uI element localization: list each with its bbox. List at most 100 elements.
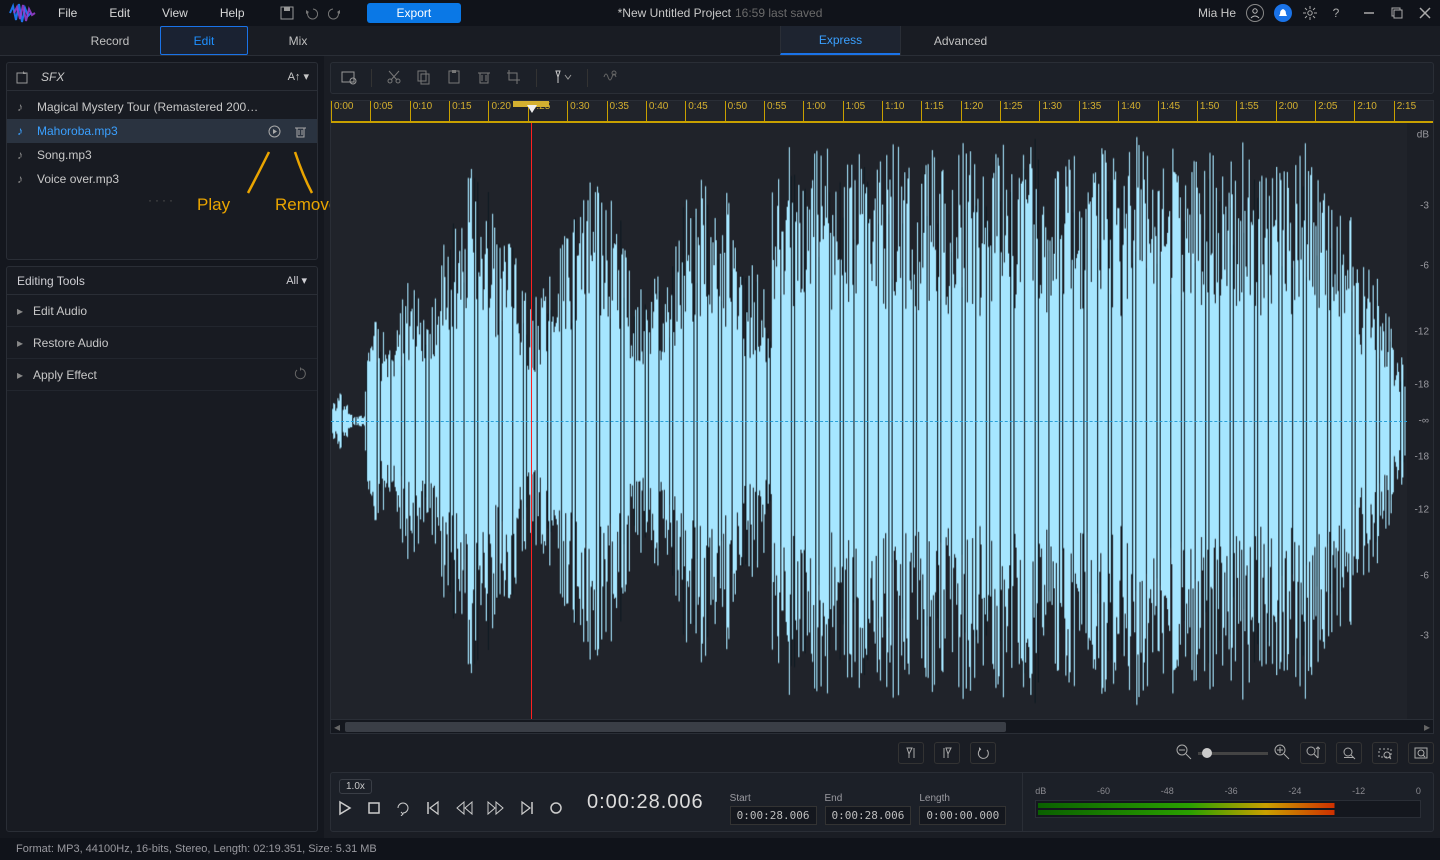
ruler-tick: 0:40 <box>646 101 685 121</box>
file-play-icon[interactable] <box>267 124 281 138</box>
level-meter: dB-60-48-36-24-120 <box>1022 773 1433 831</box>
db-scale: dB -3 -6 -12 -18 -∞ -18 -12 -6 -3 <box>1407 123 1433 719</box>
playhead-line[interactable] <box>531 123 532 719</box>
menu-edit[interactable]: Edit <box>107 2 132 24</box>
sort-button[interactable]: A↑ ▾ <box>288 70 309 83</box>
redo-icon[interactable] <box>327 5 343 21</box>
tool-marker-dropdown-icon[interactable] <box>551 69 573 88</box>
sidebar: SFX A↑ ▾ ♪ Magical Mystery Tour (Remaste… <box>0 56 324 838</box>
horizontal-scrollbar[interactable]: ◂ ▸ <box>331 719 1433 733</box>
tool-paste-icon[interactable] <box>446 69 462 88</box>
mode-mix[interactable]: Mix <box>248 26 348 55</box>
transport-bar: 1.0x 0:00:28.006 Start <box>330 772 1434 832</box>
zoom-in-icon[interactable] <box>1274 744 1290 763</box>
zoom-fit-button[interactable] <box>1336 742 1362 764</box>
meter-scale-label: -24 <box>1288 786 1301 796</box>
file-row[interactable]: ♪ Song.mp3 <box>7 143 317 167</box>
tool-clip-settings-icon[interactable] <box>341 69 357 88</box>
help-icon[interactable]: ? <box>1328 5 1344 21</box>
library-header: SFX <box>41 70 64 84</box>
user-avatar-icon[interactable] <box>1246 4 1264 22</box>
skip-end-button[interactable] <box>519 800 535 821</box>
loop-button[interactable] <box>395 800 411 821</box>
editing-tool-item[interactable]: ▸ Edit Audio <box>7 295 317 327</box>
tool-copy-icon[interactable] <box>416 69 432 88</box>
editing-tool-item[interactable]: ▸ Apply Effect <box>7 359 317 391</box>
file-row[interactable]: ♪ Magical Mystery Tour (Remastered 200… <box>7 95 317 119</box>
stop-button[interactable] <box>367 801 381 820</box>
ruler-tick: 1:15 <box>921 101 960 121</box>
undo-icon[interactable] <box>303 5 319 21</box>
range-length-value[interactable]: 0:00:00.000 <box>919 806 1006 825</box>
ruler-tick: 2:10 <box>1354 101 1393 121</box>
window-close-icon[interactable] <box>1418 6 1432 20</box>
zoom-vertical-button[interactable] <box>1300 742 1326 764</box>
subtab-express[interactable]: Express <box>780 26 900 55</box>
ruler-tick: 0:00 <box>331 101 370 121</box>
menu-help[interactable]: Help <box>218 2 247 24</box>
tool-normalize-icon[interactable] <box>602 69 618 88</box>
play-button[interactable] <box>337 800 353 821</box>
ruler-tick: 1:55 <box>1236 101 1275 121</box>
menu-view[interactable]: View <box>160 2 190 24</box>
range-start-label: Start <box>730 793 817 804</box>
playhead-marker-icon[interactable] <box>527 105 537 113</box>
editing-tools-filter[interactable]: All ▾ <box>286 274 307 287</box>
ruler-tick: 0:15 <box>449 101 488 121</box>
ruler-tick: 0:05 <box>370 101 409 121</box>
tool-crop-icon[interactable] <box>506 69 522 88</box>
ruler-tick: 2:00 <box>1276 101 1315 121</box>
notifications-icon[interactable] <box>1274 4 1292 22</box>
tool-cut-icon[interactable] <box>386 69 402 88</box>
range-start-value[interactable]: 0:00:28.006 <box>730 806 817 825</box>
ruler-tick: 1:30 <box>1039 101 1078 121</box>
import-file-icon[interactable] <box>15 69 31 85</box>
music-note-icon: ♪ <box>17 100 29 114</box>
subtab-advanced[interactable]: Advanced <box>900 26 1020 55</box>
window-maximize-icon[interactable] <box>1390 6 1404 20</box>
window-minimize-icon[interactable] <box>1362 6 1376 20</box>
waveform-canvas[interactable]: dB -3 -6 -12 -18 -∞ -18 -12 -6 -3 <box>331 123 1433 719</box>
undo-selection-button[interactable] <box>970 742 996 764</box>
ruler-tick: 1:25 <box>1000 101 1039 121</box>
ruler-tick: 0:55 <box>764 101 803 121</box>
ruler-tick: 1:50 <box>1197 101 1236 121</box>
file-row[interactable]: ♪ Voice over.mp3 <box>7 167 317 191</box>
ruler-tick: 0:50 <box>725 101 764 121</box>
forward-button[interactable] <box>487 800 505 821</box>
meter-scale-label: -12 <box>1352 786 1365 796</box>
editing-tool-item[interactable]: ▸ Restore Audio <box>7 327 317 359</box>
zoom-slider[interactable] <box>1198 752 1268 755</box>
marker-in-button[interactable] <box>898 742 924 764</box>
meter-right <box>1038 810 1418 815</box>
playback-speed[interactable]: 1.0x <box>339 779 372 794</box>
tool-delete-icon[interactable] <box>476 69 492 88</box>
record-button[interactable] <box>549 801 563 820</box>
meter-scale-label: 0 <box>1416 786 1421 796</box>
file-row[interactable]: ♪ Mahoroba.mp3 <box>7 119 317 143</box>
skip-start-button[interactable] <box>425 800 441 821</box>
waveform-center-line <box>331 421 1417 422</box>
file-remove-icon[interactable] <box>293 124 307 138</box>
panel-resize-grip[interactable]: ···· <box>7 195 317 205</box>
zoom-out-icon[interactable] <box>1176 744 1192 763</box>
effect-history-icon[interactable] <box>293 366 307 383</box>
settings-gear-icon[interactable] <box>1302 5 1318 21</box>
mode-record[interactable]: Record <box>60 26 160 55</box>
ruler-tick: 2:15 <box>1394 101 1433 121</box>
range-end-value[interactable]: 0:00:28.006 <box>825 806 912 825</box>
menu-file[interactable]: File <box>56 2 79 24</box>
meter-scale-label: -36 <box>1225 786 1238 796</box>
export-button[interactable]: Export <box>367 3 462 23</box>
time-ruler[interactable]: 0:000:050:100:150:200:250:300:350:400:45… <box>331 101 1433 123</box>
zoom-selection-button[interactable] <box>1372 742 1398 764</box>
rewind-button[interactable] <box>455 800 473 821</box>
save-icon[interactable] <box>279 5 295 21</box>
marker-out-button[interactable] <box>934 742 960 764</box>
status-text: Format: MP3, 44100Hz, 16-bits, Stereo, L… <box>16 843 377 855</box>
last-saved-label: 16:59 last saved <box>735 6 822 20</box>
zoom-all-button[interactable] <box>1408 742 1434 764</box>
mode-edit[interactable]: Edit <box>160 26 248 55</box>
app-logo-icon <box>8 2 38 24</box>
title-bar: File Edit View Help Export *New Untitled… <box>0 0 1440 26</box>
